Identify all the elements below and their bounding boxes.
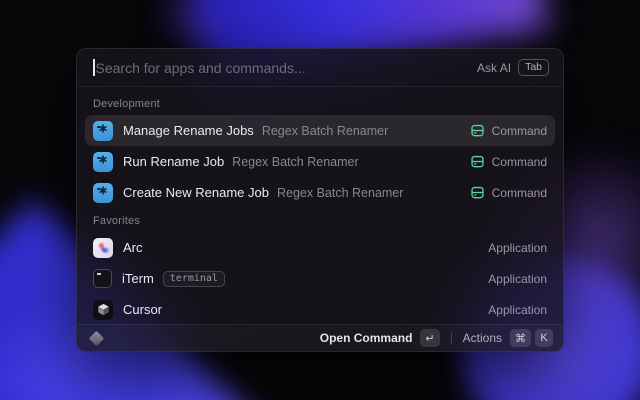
item-title: Run Rename Job (123, 154, 224, 169)
results-list: Development ✱ Manage Rename Jobs Regex B… (77, 87, 563, 324)
item-title: Arc (123, 240, 143, 255)
list-item-run-rename-job[interactable]: ✱ Run Rename Job Regex Batch Renamer Com… (85, 146, 555, 177)
section-header-favorites: Favorites (85, 208, 555, 232)
divider (451, 332, 452, 344)
command-icon (470, 123, 485, 138)
k-keycap: K (535, 329, 553, 347)
iterm-app-icon (93, 269, 112, 288)
item-meta: Command (470, 185, 547, 200)
cursor-cube-glyph (97, 303, 110, 316)
action-bar: Open Command ↵ Actions ⌘ K (77, 324, 563, 351)
item-title: Cursor (123, 302, 162, 317)
item-meta: Application (488, 303, 547, 317)
list-item-iterm[interactable]: iTerm terminal Application (85, 263, 555, 294)
item-tag: terminal (163, 271, 225, 287)
raycast-logo-icon (89, 330, 105, 346)
item-type-label: Command (492, 186, 547, 200)
item-type-label: Application (488, 241, 547, 255)
regex-batch-renamer-icon: ✱ (93, 121, 113, 141)
list-item-cursor[interactable]: Cursor Application (85, 294, 555, 324)
regex-batch-renamer-icon: ✱ (93, 152, 113, 172)
search-bar: Ask AI Tab (77, 49, 563, 87)
tab-keycap: Tab (518, 59, 549, 77)
actions-menu-button[interactable]: Actions (463, 331, 502, 345)
item-type-label: Command (492, 155, 547, 169)
ask-ai-label: Ask AI (477, 61, 511, 75)
command-icon (470, 185, 485, 200)
item-meta: Command (470, 123, 547, 138)
section-header-development: Development (85, 91, 555, 115)
ask-ai-action[interactable]: Ask AI Tab (477, 59, 549, 77)
launcher-window: Ask AI Tab Development ✱ Manage Rename J… (76, 48, 564, 352)
arc-logo-shape (93, 238, 113, 258)
starburst-glyph: ✱ (98, 156, 107, 167)
item-title: iTerm (122, 271, 154, 286)
list-item-manage-rename-jobs[interactable]: ✱ Manage Rename Jobs Regex Batch Renamer… (85, 115, 555, 146)
item-type-label: Command (492, 124, 547, 138)
item-meta: Application (488, 272, 547, 286)
return-keycap: ↵ (420, 329, 439, 347)
list-item-create-new-rename-job[interactable]: ✱ Create New Rename Job Regex Batch Rena… (85, 177, 555, 208)
item-title: Create New Rename Job (123, 185, 269, 200)
open-command-action[interactable]: Open Command (320, 331, 413, 345)
item-subtitle: Regex Batch Renamer (277, 186, 403, 200)
command-keycap: ⌘ (510, 329, 531, 347)
terminal-prompt-glyph (97, 273, 101, 275)
item-type-label: Application (488, 303, 547, 317)
starburst-glyph: ✱ (98, 187, 107, 198)
item-meta: Command (470, 154, 547, 169)
search-input[interactable] (96, 60, 478, 76)
item-meta: Application (488, 241, 547, 255)
item-subtitle: Regex Batch Renamer (232, 155, 358, 169)
item-title: Manage Rename Jobs (123, 123, 254, 138)
arc-app-icon (93, 238, 113, 258)
action-bar-right: Open Command ↵ Actions ⌘ K (320, 329, 553, 347)
starburst-glyph: ✱ (98, 125, 107, 136)
command-icon (470, 154, 485, 169)
item-subtitle: Regex Batch Renamer (262, 124, 388, 138)
list-item-arc[interactable]: Arc Application (85, 232, 555, 263)
actions-shortcut: ⌘ K (510, 329, 553, 347)
cursor-app-icon (93, 300, 113, 320)
text-caret (93, 59, 95, 76)
item-type-label: Application (488, 272, 547, 286)
regex-batch-renamer-icon: ✱ (93, 183, 113, 203)
